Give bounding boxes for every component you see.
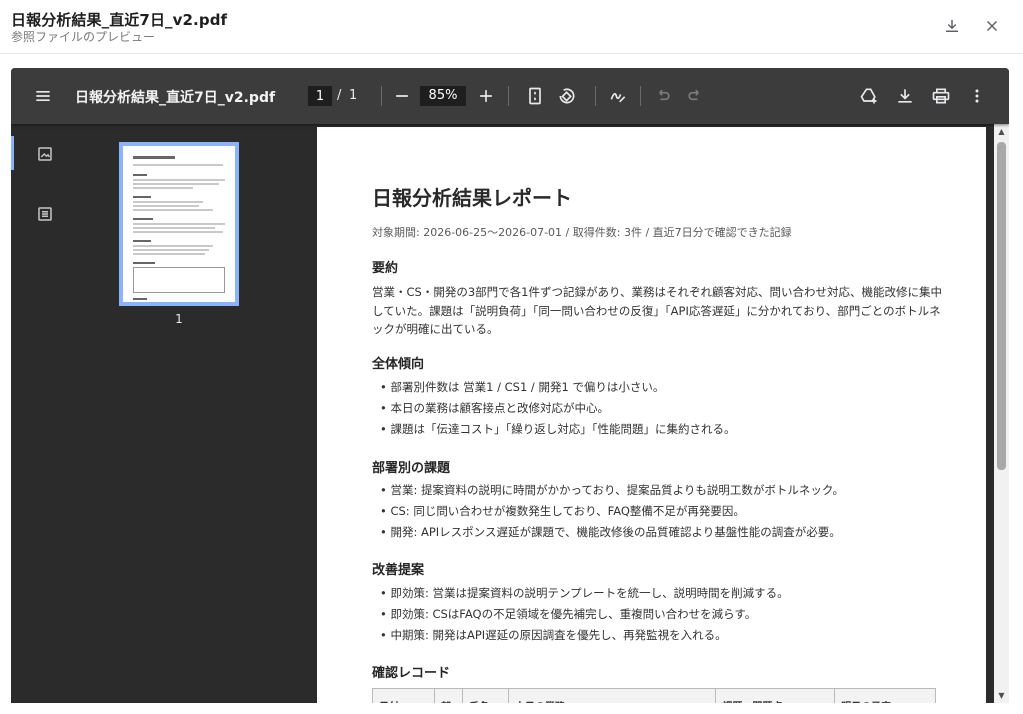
image-icon <box>38 147 52 161</box>
scroll-up-arrow[interactable]: ▲ <box>997 127 1006 136</box>
toolbar-divider <box>640 86 641 106</box>
rotate-icon <box>559 88 575 104</box>
menu-icon <box>36 91 50 101</box>
close-button[interactable] <box>980 14 1004 38</box>
annotate-button[interactable] <box>606 84 630 108</box>
outline-tab[interactable] <box>35 204 55 224</box>
list-icon <box>38 207 52 221</box>
improve-list: 即効策: 営業は提案資料の説明テンプレートを統一し、説明時間を削減する。 即効策… <box>380 583 789 646</box>
scrollbar-thumb[interactable] <box>997 142 1006 470</box>
table-header-cell: 氏名 <box>461 688 509 703</box>
drive-add-icon <box>860 88 877 104</box>
list-item: 課題は「伝達コスト」「繰り返し対応」「性能問題」に集約される。 <box>380 419 735 440</box>
page-thumbnail[interactable] <box>119 142 239 306</box>
dept-heading: 部署別の課題 <box>372 461 451 476</box>
pdf-page: 日報分析結果レポート 対象期間: 2026-06-25〜2026-07-01 /… <box>317 127 986 703</box>
thumbnail-panel: 1 <box>83 124 308 703</box>
summary-text: 営業・CS・開発の3部門で各1件ずつ記録があり、業務はそれぞれ顧客対応、問い合わ… <box>372 285 942 336</box>
save-to-drive-button[interactable] <box>857 84 881 108</box>
scroll-down-arrow[interactable]: ▼ <box>997 691 1006 700</box>
table-header-cell: 部 <box>433 688 463 703</box>
modal-title: 日報分析結果_直近7日_v2.pdf <box>11 11 228 29</box>
thumbnail-page-number: 1 <box>175 312 183 326</box>
fit-page-icon <box>529 87 541 105</box>
list-item: 営業: 提案資料の説明に時間がかかっており、提案品質よりも説明工数がボトルネック… <box>380 480 844 501</box>
undo-icon <box>659 89 670 101</box>
list-item: 即効策: 営業は提案資料の説明テンプレートを統一し、説明時間を削減する。 <box>380 583 788 604</box>
modal-subtitle: 参照ファイルのプレビュー <box>11 30 156 44</box>
document-area: 日報分析結果レポート 対象期間: 2026-06-25〜2026-07-01 /… <box>308 124 1009 703</box>
dept-list: 営業: 提案資料の説明に時間がかかっており、提案品質よりも説明工数がボトルネック… <box>380 480 844 543</box>
list-item: 部署別件数は 営業1 / CS1 / 開発1 で偏りは小さい。 <box>380 377 735 398</box>
table-header-cell: 課題・問題点 <box>715 688 836 703</box>
download-icon <box>898 89 912 103</box>
pdf-viewer: 日報分析結果_直近7日_v2.pdf / 1 85% <box>11 68 1009 703</box>
thumbnails-tab[interactable] <box>35 144 55 164</box>
report-title: 日報分析結果レポート <box>372 186 572 210</box>
redo-icon <box>688 89 699 101</box>
records-heading: 確認レコード <box>372 666 451 681</box>
menu-button[interactable] <box>31 84 55 108</box>
undo-button[interactable] <box>651 84 675 108</box>
records-table: 日付 部 氏名 本日の業務 課題・問題点 明日の予定 <box>372 688 936 703</box>
page-number-input[interactable] <box>308 86 332 106</box>
page-separator: / <box>337 88 342 103</box>
document-title: 日報分析結果_直近7日_v2.pdf <box>75 90 276 106</box>
toolbar-divider <box>595 86 596 106</box>
rotate-button[interactable] <box>555 84 579 108</box>
download-icon <box>946 20 958 32</box>
report-period: 対象期間: 2026-06-25〜2026-07-01 / 取得件数: 3件 /… <box>372 226 792 239</box>
zoom-level-input[interactable]: 85% <box>420 86 466 106</box>
list-item: 中期策: 開発はAPI遅延の原因調査を優先し、再発監視を入れる。 <box>380 625 789 646</box>
table-header-cell: 日付 <box>372 688 435 703</box>
table-header-cell: 明日の予定 <box>834 688 936 703</box>
table-header-row: 日付 部 氏名 本日の業務 課題・問題点 明日の予定 <box>372 688 936 703</box>
close-icon <box>986 20 998 32</box>
more-options-button[interactable] <box>965 84 989 108</box>
page-total: 1 <box>349 88 358 103</box>
zoom-out-button[interactable] <box>390 84 414 108</box>
viewer-toolbar: 日報分析結果_直近7日_v2.pdf / 1 85% <box>11 68 1009 124</box>
sidebar-rail <box>11 124 83 703</box>
trend-heading: 全体傾向 <box>372 357 425 372</box>
toolbar-divider <box>381 86 382 106</box>
minus-icon <box>396 95 408 97</box>
more-vert-icon <box>975 89 979 103</box>
toolbar-divider <box>508 86 509 106</box>
redo-button[interactable] <box>683 84 707 108</box>
draw-icon <box>610 92 626 103</box>
modal-header: 日報分析結果_直近7日_v2.pdf 参照ファイルのプレビュー <box>0 0 1023 54</box>
vertical-scrollbar[interactable]: ▲ ▼ <box>994 124 1009 703</box>
viewer-download-button[interactable] <box>893 84 917 108</box>
plus-icon <box>480 90 492 102</box>
print-icon <box>932 88 950 104</box>
list-item: 即効策: CSはFAQの不足領域を優先補完し、重複問い合わせを減らす。 <box>380 604 789 625</box>
active-indicator <box>11 136 14 170</box>
list-item: CS: 同じ問い合わせが複数発生しており、FAQ整備不足が再発要因。 <box>380 501 844 522</box>
download-button[interactable] <box>940 14 964 38</box>
trend-list: 部署別件数は 営業1 / CS1 / 開発1 で偏りは小さい。 本日の業務は顧客… <box>380 377 735 440</box>
fit-page-button[interactable] <box>523 84 547 108</box>
improve-heading: 改善提案 <box>372 563 425 578</box>
zoom-in-button[interactable] <box>474 84 498 108</box>
list-item: 開発: APIレスポンス遅延が課題で、機能改修後の品質確認より基盤性能の調査が必… <box>380 522 844 543</box>
summary-heading: 要約 <box>372 261 399 276</box>
print-button[interactable] <box>929 84 953 108</box>
list-item: 本日の業務は顧客接点と改修対応が中心。 <box>380 398 735 419</box>
table-header-cell: 本日の業務 <box>507 688 717 703</box>
